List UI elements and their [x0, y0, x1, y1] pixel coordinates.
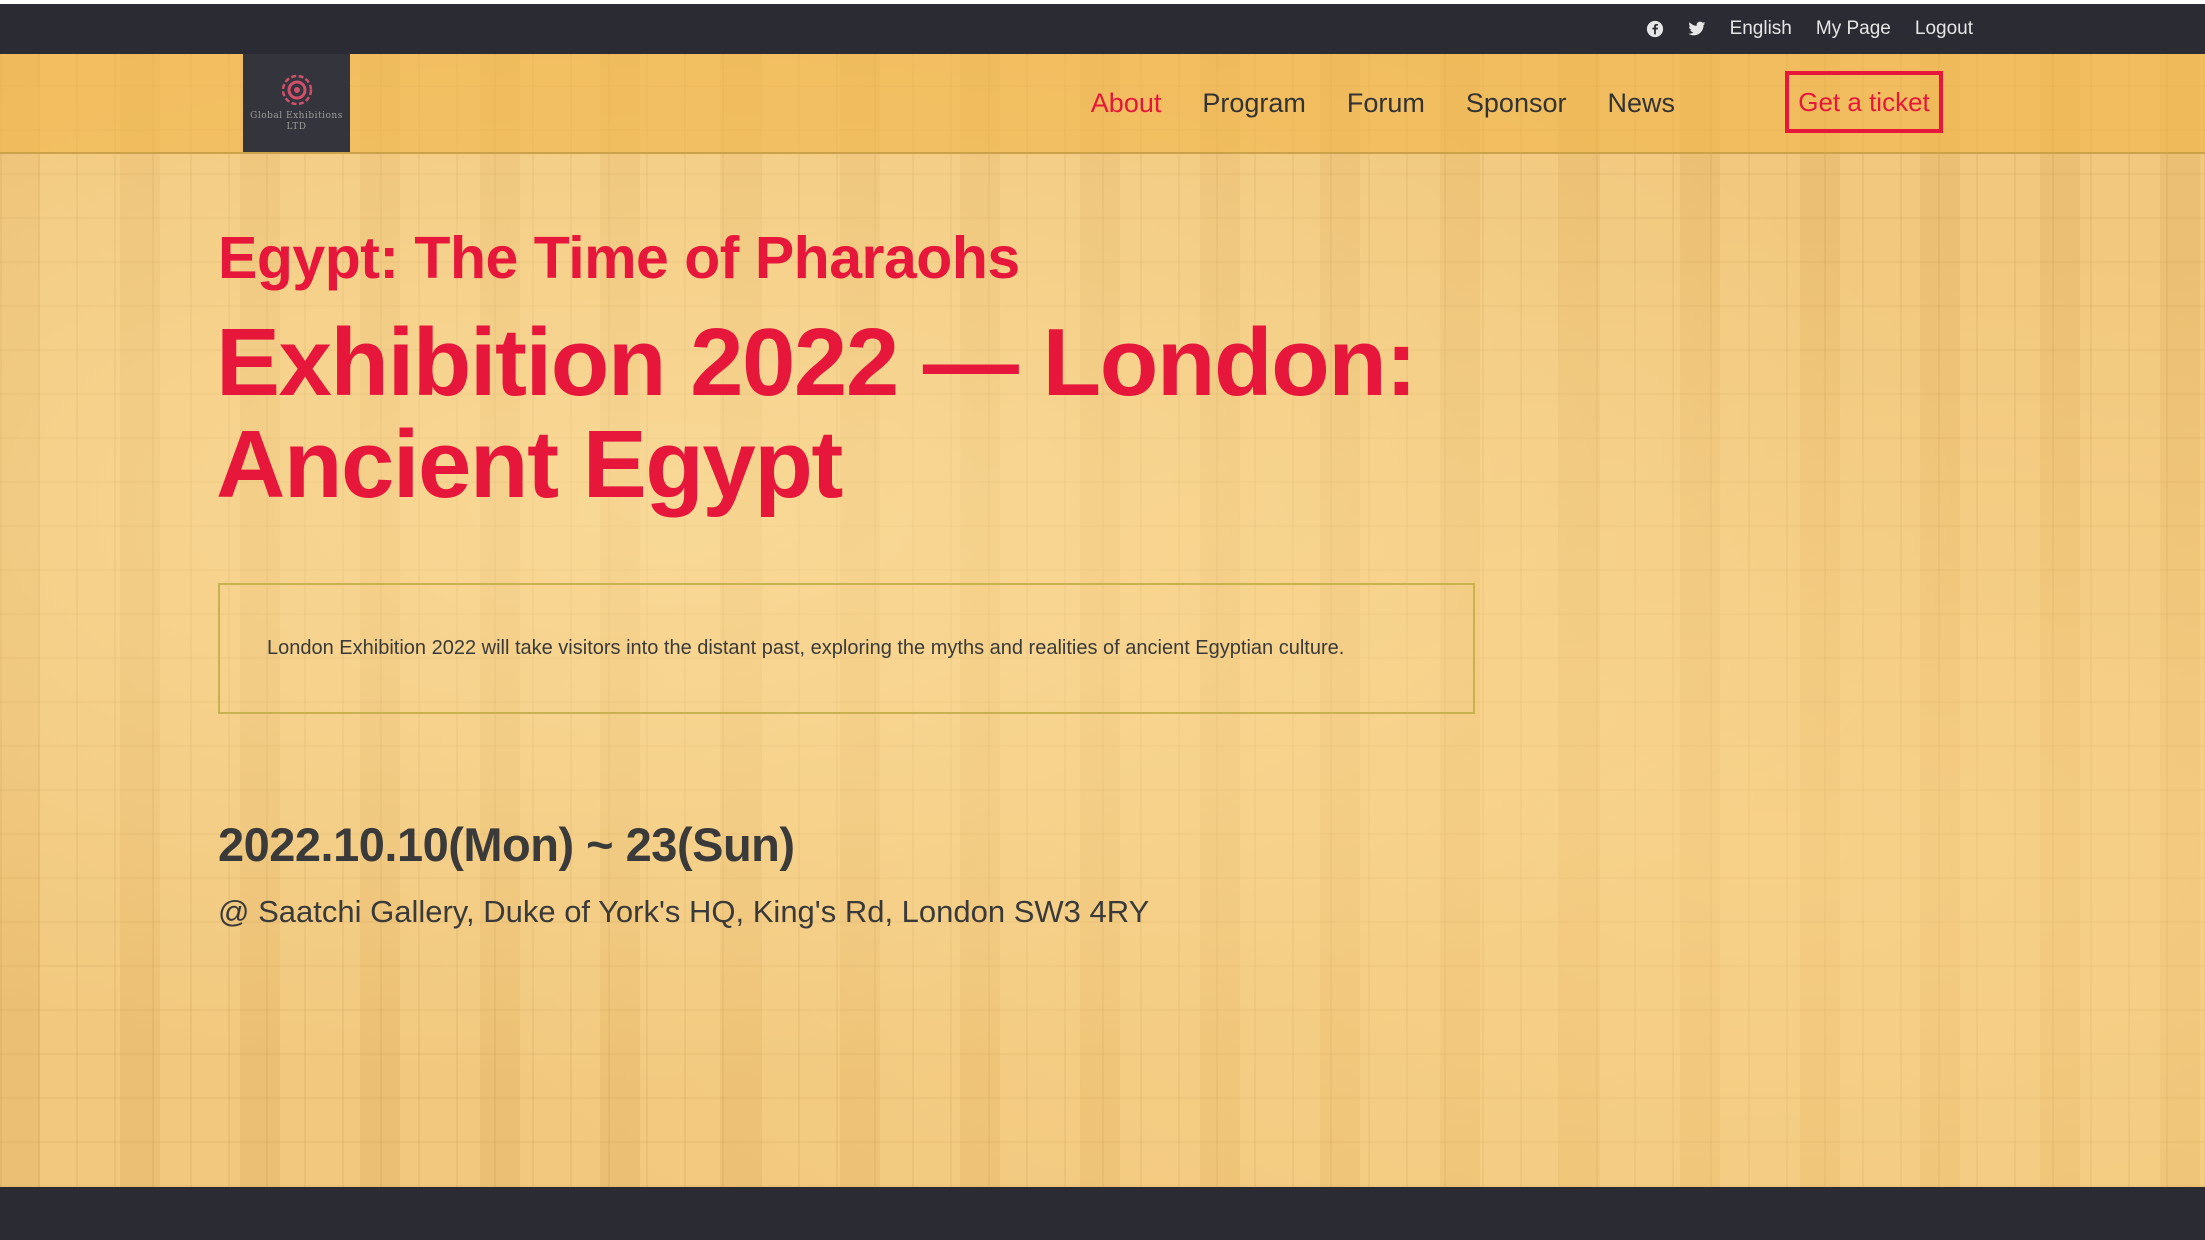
hero-title-line2: Ancient Egypt	[216, 411, 843, 518]
hero-title-line1: Exhibition 2022 — London:	[216, 309, 1417, 416]
hero-title: Exhibition 2022 — London: Ancient Egypt	[216, 309, 1417, 518]
logo-text: Global Exhibitions LTD	[250, 111, 343, 132]
flower-logo-icon	[281, 74, 312, 106]
language-link[interactable]: English	[1730, 18, 1792, 40]
logout-link[interactable]: Logout	[1915, 18, 1973, 40]
nav-news[interactable]: News	[1607, 88, 1675, 119]
twitter-icon[interactable]	[1687, 20, 1706, 38]
logo[interactable]: Global Exhibitions LTD	[243, 54, 350, 152]
my-page-link[interactable]: My Page	[1816, 18, 1891, 40]
footer-bar	[0, 1187, 2205, 1240]
exhibition-dates: 2022.10.10(Mon) ~ 23(Sun)	[218, 818, 795, 871]
top-links: English My Page Logout	[1646, 4, 1973, 54]
nav-sponsor[interactable]: Sponsor	[1466, 88, 1567, 119]
exhibition-venue: @ Saatchi Gallery, Duke of York's HQ, Ki…	[218, 894, 1150, 929]
nav-program[interactable]: Program	[1202, 88, 1306, 119]
top-utility-bar: English My Page Logout	[0, 4, 2205, 54]
hero-subtitle: Egypt: The Time of Pharaohs	[218, 225, 1020, 291]
get-ticket-button[interactable]: Get a ticket	[1785, 71, 1943, 133]
facebook-icon[interactable]	[1646, 20, 1664, 38]
nav-about[interactable]: About	[1091, 88, 1162, 119]
description-box: London Exhibition 2022 will take visitor…	[218, 583, 1475, 714]
hero-description: London Exhibition 2022 will take visitor…	[267, 637, 1345, 659]
primary-nav: About Program Forum Sponsor News	[1091, 54, 1675, 152]
nav-forum[interactable]: Forum	[1347, 88, 1425, 119]
